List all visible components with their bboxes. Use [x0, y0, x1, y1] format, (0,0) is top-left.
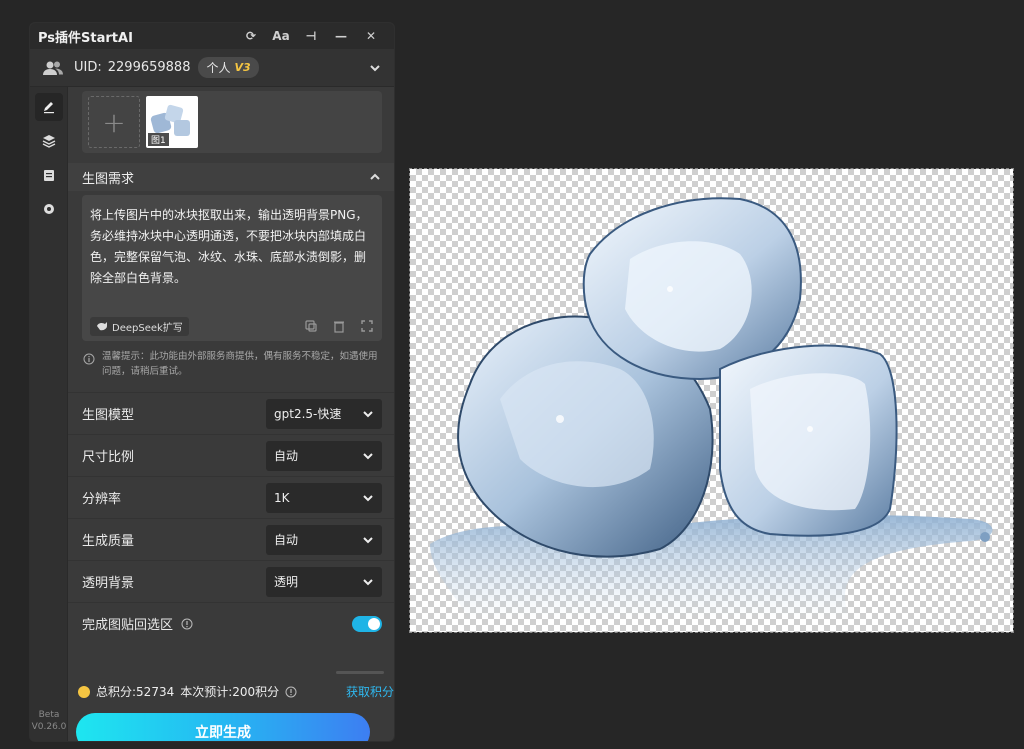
option-label: 尺寸比例 — [82, 450, 135, 465]
uid-label: UID: — [74, 60, 102, 75]
version-info: Beta V0.26.0 — [30, 709, 68, 733]
trash-icon[interactable] — [332, 319, 346, 333]
version-stage: Beta — [38, 710, 60, 720]
title-bar: Ps插件StartAI ⟳ Aa ⊣ — ✕ — [30, 23, 394, 49]
settings-icon — [43, 204, 54, 214]
sidebar-item-settings[interactable] — [35, 195, 63, 223]
credits-bar: 总积分:52734 本次预计:200积分 获取积分 — [78, 683, 394, 700]
chevron-up-icon[interactable] — [368, 170, 382, 184]
whale-icon — [97, 322, 107, 331]
resolution-select[interactable]: 1K — [266, 482, 382, 513]
plan-name: 个人 — [206, 61, 231, 75]
clipboard-icon — [43, 170, 54, 181]
option-row-ratio: 尺寸比例 自动 — [68, 434, 394, 476]
info-icon[interactable] — [181, 618, 193, 630]
plan-badge: 个人 V3 — [198, 57, 259, 78]
uid-value: 2299659888 — [107, 60, 191, 75]
sidebar: Beta V0.26.0 — [30, 87, 68, 741]
transparent-select[interactable]: 透明 — [266, 566, 382, 597]
document-canvas[interactable] — [409, 168, 1014, 633]
option-row-resolution: 分辨率 1K — [68, 476, 394, 518]
paste-back-toggle[interactable] — [352, 615, 382, 632]
refresh-icon[interactable]: ⟳ — [236, 29, 266, 43]
close-icon[interactable]: ✕ — [356, 29, 386, 43]
select-value: 自动 — [274, 449, 299, 463]
chevron-down-icon — [363, 410, 373, 417]
ratio-select[interactable]: 自动 — [266, 440, 382, 471]
option-label: 生图模型 — [82, 408, 135, 423]
tip-notice: 温馨提示：此功能由外部服务商提供，偶有服务不稳定，如遇使用问题，请稍后重试。 — [82, 349, 386, 379]
chevron-down-icon — [363, 452, 373, 459]
get-credits-link[interactable]: 获取积分 — [346, 683, 394, 700]
option-row-transparent: 透明背景 透明 — [68, 560, 394, 602]
image-thumbnail[interactable]: 图1 — [146, 96, 198, 148]
coin-icon — [78, 685, 90, 698]
option-row-model: 生图模型 gpt2.5-快速 — [68, 392, 394, 434]
ice-cubes-image — [430, 197, 993, 619]
select-value: gpt2.5-快速 — [274, 407, 342, 421]
chevron-down-icon — [363, 494, 373, 501]
option-row-paste-back: 完成图贴回选区 — [68, 602, 394, 644]
generate-button[interactable]: 立即生成 — [76, 713, 370, 741]
select-value: 1K — [274, 490, 290, 505]
window-title: Ps插件StartAI — [38, 30, 133, 46]
copy-icon[interactable] — [304, 319, 318, 333]
expand-icon[interactable] — [360, 319, 374, 333]
scrollbar[interactable] — [336, 671, 384, 674]
model-select[interactable]: gpt2.5-快速 — [266, 398, 382, 429]
chevron-down-icon[interactable] — [368, 61, 382, 75]
version-number: V0.26.0 — [31, 722, 67, 732]
chevron-down-icon — [363, 578, 373, 585]
sidebar-item-history[interactable] — [35, 161, 63, 189]
tip-text: 温馨提示：此功能由外部服务商提供，偶有服务不稳定，如遇使用问题，请稍后重试。 — [102, 351, 378, 377]
option-label: 透明背景 — [82, 576, 135, 591]
sidebar-item-layers[interactable] — [35, 127, 63, 155]
prompt-toolbar: DeepSeek扩写 — [90, 316, 374, 336]
main-content: + 图1 生图需求 将上传图片中的冰块抠取出来，输出透明背景PNG，务必维持冰块… — [68, 87, 394, 741]
prompt-textarea[interactable]: 将上传图片中的冰块抠取出来，输出透明背景PNG，务必维持冰块中心透明通透，不要把… — [82, 195, 382, 341]
account-bar[interactable]: UID: 2299659888 个人 V3 — [30, 49, 394, 87]
option-label: 完成图贴回选区 — [82, 614, 352, 633]
vip-level: V3 — [234, 61, 251, 74]
plugin-panel: Ps插件StartAI ⟳ Aa ⊣ — ✕ UID: 2299659888 个… — [29, 22, 395, 742]
info-icon[interactable] — [285, 686, 297, 698]
font-size-icon[interactable]: Aa — [266, 29, 296, 43]
info-icon — [83, 353, 95, 365]
deepseek-expand-button[interactable]: DeepSeek扩写 — [90, 316, 189, 336]
option-label: 生成质量 — [82, 534, 135, 549]
minimize-icon[interactable]: — — [326, 29, 356, 43]
total-credits: 总积分:52734 — [96, 685, 175, 699]
prompt-text[interactable]: 将上传图片中的冰块抠取出来，输出透明背景PNG，务必维持冰块中心透明通透，不要把… — [90, 205, 374, 315]
users-icon — [43, 61, 63, 75]
layers-icon — [42, 135, 55, 148]
thumbnail-label: 图1 — [148, 133, 169, 146]
option-row-quality: 生成质量 自动 — [68, 518, 394, 560]
option-label: 分辨率 — [82, 492, 122, 507]
section-title: 生图需求 — [82, 171, 135, 187]
quality-select[interactable]: 自动 — [266, 524, 382, 555]
prompt-section-header[interactable]: 生图需求 — [68, 163, 394, 191]
paste-back-label: 完成图贴回选区 — [82, 618, 174, 633]
select-value: 自动 — [274, 533, 299, 547]
pin-icon[interactable]: ⊣ — [296, 29, 326, 43]
footer: 总积分:52734 本次预计:200积分 获取积分 立即生成 — [68, 679, 394, 741]
sidebar-item-generate[interactable] — [34, 93, 63, 121]
deepseek-label: DeepSeek扩写 — [112, 322, 183, 334]
add-image-button[interactable]: + — [88, 96, 140, 148]
chevron-down-icon — [363, 536, 373, 543]
edit-icon — [43, 102, 54, 114]
estimate-credits: 本次预计:200积分 — [180, 685, 280, 699]
select-value: 透明 — [274, 575, 299, 589]
upload-area: + 图1 — [82, 91, 382, 153]
